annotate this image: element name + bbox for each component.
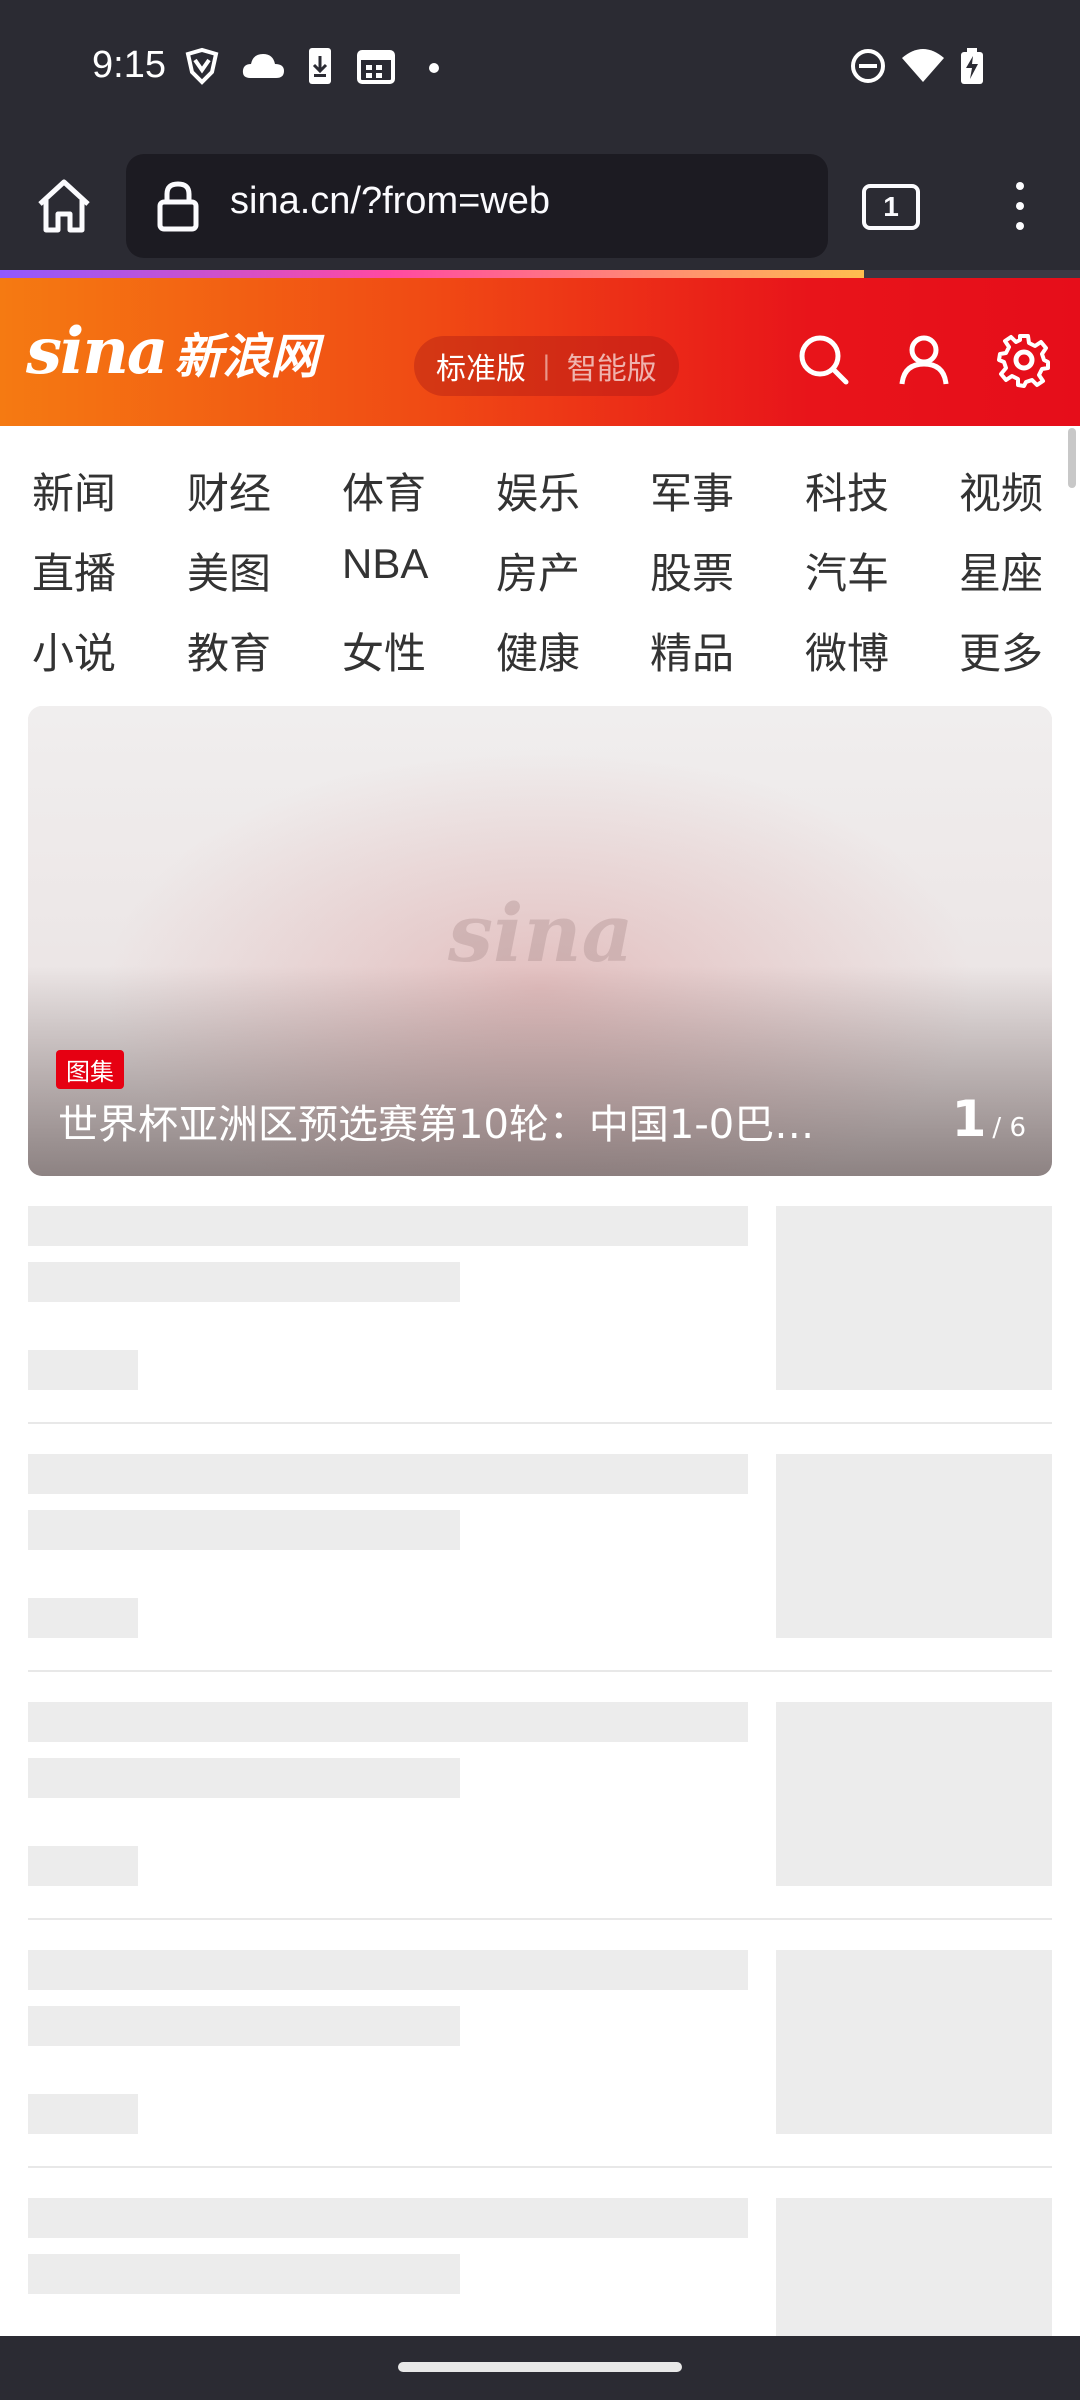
nav-item-nba[interactable]: NBA <box>342 540 462 588</box>
list-item-skeleton <box>0 1950 1080 2198</box>
battery-charging-icon <box>961 48 983 84</box>
nav-item-weibo[interactable]: 微博 <box>805 620 925 681</box>
nav-item-live[interactable]: 直播 <box>32 540 152 601</box>
skeleton-thumbnail <box>776 1206 1052 1390</box>
url-text[interactable]: sina.cn/?from=web <box>230 180 550 223</box>
search-icon[interactable] <box>796 332 852 388</box>
nav-item-featured[interactable]: 精品 <box>650 620 770 681</box>
divider <box>28 1422 1052 1424</box>
vpn-shield-icon <box>185 47 219 85</box>
skeleton-line <box>28 2094 138 2134</box>
gallery-badge: 图集 <box>56 1050 124 1089</box>
list-item-skeleton <box>0 1702 1080 1950</box>
home-icon[interactable] <box>32 174 96 238</box>
list-item-skeleton <box>0 1206 1080 1454</box>
headline-carousel[interactable]: sina 图集 世界杯亚洲区预选赛第10轮：中国1-0巴… 1/ 6 <box>28 706 1052 1176</box>
lock-icon[interactable] <box>156 180 200 232</box>
skeleton-thumbnail <box>776 2198 1052 2336</box>
logo-cn: 新浪网 <box>174 329 319 385</box>
nav-item-finance[interactable]: 财经 <box>187 460 307 521</box>
carousel-caption[interactable]: 世界杯亚洲区预选赛第10轮：中国1-0巴… <box>58 1092 878 1150</box>
do-not-disturb-icon <box>851 49 885 83</box>
skeleton-line <box>28 1846 138 1886</box>
cloud-icon <box>242 54 284 78</box>
skeleton-line <box>28 1510 460 1550</box>
sina-logo[interactable]: sina 新浪网 <box>26 314 318 389</box>
status-time: 9:15 <box>92 44 166 86</box>
skeleton-line <box>28 1758 460 1798</box>
version-separator: | <box>542 351 551 381</box>
skeleton-line <box>28 2006 460 2046</box>
home-gesture-handle[interactable] <box>398 2362 682 2372</box>
user-icon[interactable] <box>896 332 952 388</box>
divider <box>28 2166 1052 2168</box>
skeleton-line <box>28 1598 138 1638</box>
list-item-skeleton <box>0 1454 1080 1702</box>
page-load-progress <box>0 270 1080 278</box>
skeleton-line <box>28 1454 748 1494</box>
skeleton-thumbnail <box>776 1950 1052 2134</box>
nav-item-horoscope[interactable]: 星座 <box>959 540 1079 601</box>
page-scrollbar[interactable] <box>1068 428 1076 488</box>
nav-item-realestate[interactable]: 房产 <box>496 540 616 601</box>
tab-count-button[interactable]: 1 <box>862 184 920 230</box>
carousel-pager: 1/ 6 <box>952 1090 1026 1148</box>
divider <box>28 1670 1052 1672</box>
list-item-skeleton <box>0 2198 1080 2336</box>
nav-item-entertainment[interactable]: 娱乐 <box>496 460 616 521</box>
skeleton-thumbnail <box>776 1454 1052 1638</box>
nav-item-tech[interactable]: 科技 <box>805 460 925 521</box>
sina-header: sina 新浪网 标准版 | 智能版 <box>0 278 1080 426</box>
nav-item-video[interactable]: 视频 <box>959 460 1079 521</box>
nav-item-education[interactable]: 教育 <box>187 620 307 681</box>
url-bar[interactable]: sina.cn/?from=web <box>126 154 828 258</box>
browser-toolbar: sina.cn/?from=web 1 <box>0 138 1080 272</box>
nav-item-auto[interactable]: 汽车 <box>805 540 925 601</box>
nav-item-photos[interactable]: 美图 <box>187 540 307 601</box>
system-navigation-bar <box>0 2336 1080 2400</box>
dot-icon <box>429 63 439 73</box>
overflow-menu-icon[interactable] <box>1000 174 1040 238</box>
wifi-icon <box>902 49 944 82</box>
skeleton-line <box>28 1206 748 1246</box>
skeleton-line <box>28 2254 460 2294</box>
nav-item-stocks[interactable]: 股票 <box>650 540 770 601</box>
nav-item-news[interactable]: 新闻 <box>32 460 152 521</box>
nav-item-women[interactable]: 女性 <box>342 620 462 681</box>
skeleton-line <box>28 1350 138 1390</box>
nav-item-sports[interactable]: 体育 <box>342 460 462 521</box>
pager-current: 1 <box>951 1090 987 1148</box>
nav-item-more[interactable]: 更多 <box>959 620 1079 681</box>
version-switch: 标准版 | 智能版 <box>414 336 679 396</box>
category-nav: 新闻 财经 体育 娱乐 军事 科技 视频 直播 美图 NBA 房产 股票 汽车 … <box>0 426 1080 696</box>
pager-total: / 6 <box>992 1113 1026 1143</box>
skeleton-line <box>28 1262 460 1302</box>
version-smart[interactable]: 智能版 <box>567 344 657 388</box>
logo-word: sina <box>26 314 168 389</box>
skeleton-line <box>28 1950 748 1990</box>
version-standard[interactable]: 标准版 <box>436 344 526 388</box>
skeleton-thumbnail <box>776 1702 1052 1886</box>
nav-item-health[interactable]: 健康 <box>496 620 616 681</box>
calendar-icon <box>357 50 395 84</box>
nav-item-novels[interactable]: 小说 <box>32 620 152 681</box>
nav-item-military[interactable]: 军事 <box>650 460 770 521</box>
download-icon <box>309 48 331 84</box>
skeleton-line <box>28 1702 748 1742</box>
status-bar: 9:15 <box>0 0 1080 138</box>
divider <box>28 1918 1052 1920</box>
page-load-progress-fill <box>0 270 864 278</box>
settings-gear-icon[interactable] <box>996 332 1052 388</box>
skeleton-line <box>28 2198 748 2238</box>
